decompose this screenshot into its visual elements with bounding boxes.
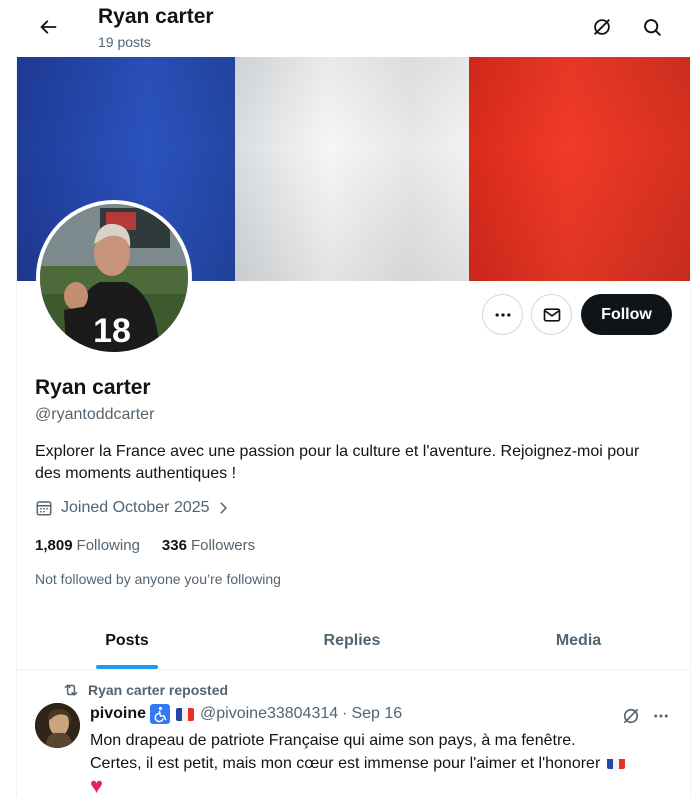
post-text: Mon drapeau de patriote Française qui ai… bbox=[90, 729, 680, 797]
calendar-icon bbox=[36, 501, 52, 516]
follow-button[interactable]: Follow bbox=[581, 294, 672, 335]
tab-media-label: Media bbox=[555, 631, 602, 649]
header-post-count: 19 posts bbox=[98, 34, 151, 50]
header-title: Ryan carter bbox=[98, 5, 214, 28]
following-link[interactable]: 1,809 Following bbox=[35, 537, 140, 554]
repost-indicator[interactable]: Ryan carter reposted bbox=[62, 681, 228, 699]
post-date[interactable]: Sep 16 bbox=[351, 705, 402, 723]
post-grok-button[interactable] bbox=[619, 704, 643, 728]
envelope-icon bbox=[543, 307, 560, 322]
tab-media[interactable]: Media bbox=[467, 612, 690, 669]
joined-date[interactable]: Joined October 2025 bbox=[35, 499, 240, 517]
grok-button[interactable] bbox=[585, 10, 619, 44]
post-text-line-2: Certes, il est petit, mais mon cœur est … bbox=[90, 752, 680, 775]
post-author-handle[interactable]: @pivoine33804314 bbox=[200, 705, 338, 723]
post-text-line-2-content: Certes, il est petit, mais mon cœur est … bbox=[90, 755, 601, 772]
profile-avatar[interactable]: 18 bbox=[36, 200, 192, 356]
follow-stats: 1,809 Following 336 Followers bbox=[35, 537, 277, 554]
post-more-button[interactable] bbox=[649, 704, 673, 728]
following-count: 1,809 bbox=[35, 537, 73, 554]
more-options-button[interactable] bbox=[482, 294, 523, 335]
joined-label: Joined October 2025 bbox=[61, 499, 210, 516]
post-header: pivoine @pivoine33804314 · Sep 16 bbox=[90, 704, 402, 724]
post-separator: · bbox=[342, 705, 348, 722]
followers-count: 336 bbox=[161, 537, 187, 554]
post-text-line-1: Mon drapeau de patriote Française qui ai… bbox=[90, 732, 576, 749]
repost-icon bbox=[64, 684, 78, 696]
more-horizontal-icon bbox=[654, 714, 668, 718]
followers-label: Followers bbox=[190, 537, 256, 554]
back-button[interactable] bbox=[30, 9, 66, 45]
france-flag-icon bbox=[176, 707, 195, 721]
mutual-followers-note: Not followed by anyone you’re following bbox=[35, 571, 281, 587]
accessibility-badge-icon bbox=[150, 704, 171, 724]
tab-replies-label: Replies bbox=[323, 631, 381, 649]
more-horizontal-icon bbox=[495, 312, 510, 317]
avatar-photo: 18 bbox=[40, 204, 188, 352]
tab-replies[interactable]: Replies bbox=[237, 612, 467, 669]
arrow-left-icon bbox=[40, 20, 57, 34]
profile-tabs: Posts Replies Media bbox=[17, 612, 690, 670]
profile-handle: @ryantoddcarter bbox=[35, 406, 155, 423]
heart-icon: ♥ bbox=[90, 773, 104, 797]
chevron-right-icon bbox=[219, 502, 227, 514]
tab-posts-label: Posts bbox=[105, 631, 149, 649]
profile-bio: Explorer la France avec une passion pour… bbox=[35, 443, 640, 482]
post-author-name[interactable]: pivoine bbox=[90, 705, 146, 723]
repost-label: Ryan carter reposted bbox=[88, 682, 229, 698]
message-button[interactable] bbox=[531, 294, 572, 335]
post-author-avatar[interactable] bbox=[35, 703, 80, 748]
grok-icon bbox=[594, 19, 610, 35]
avatar-jersey-number: 18 bbox=[93, 312, 131, 350]
tab-active-indicator bbox=[96, 665, 158, 669]
top-header: Ryan carter 19 posts bbox=[16, 0, 691, 57]
search-button[interactable] bbox=[635, 10, 669, 44]
followers-link[interactable]: 336 Followers bbox=[162, 537, 255, 554]
france-flag-icon bbox=[606, 756, 625, 769]
profile-name: Ryan carter bbox=[35, 376, 151, 399]
search-icon bbox=[643, 18, 661, 36]
author-avatar-photo bbox=[35, 703, 80, 748]
grok-icon bbox=[623, 708, 639, 724]
following-label: Following bbox=[76, 537, 140, 554]
tab-posts[interactable]: Posts bbox=[17, 612, 237, 669]
